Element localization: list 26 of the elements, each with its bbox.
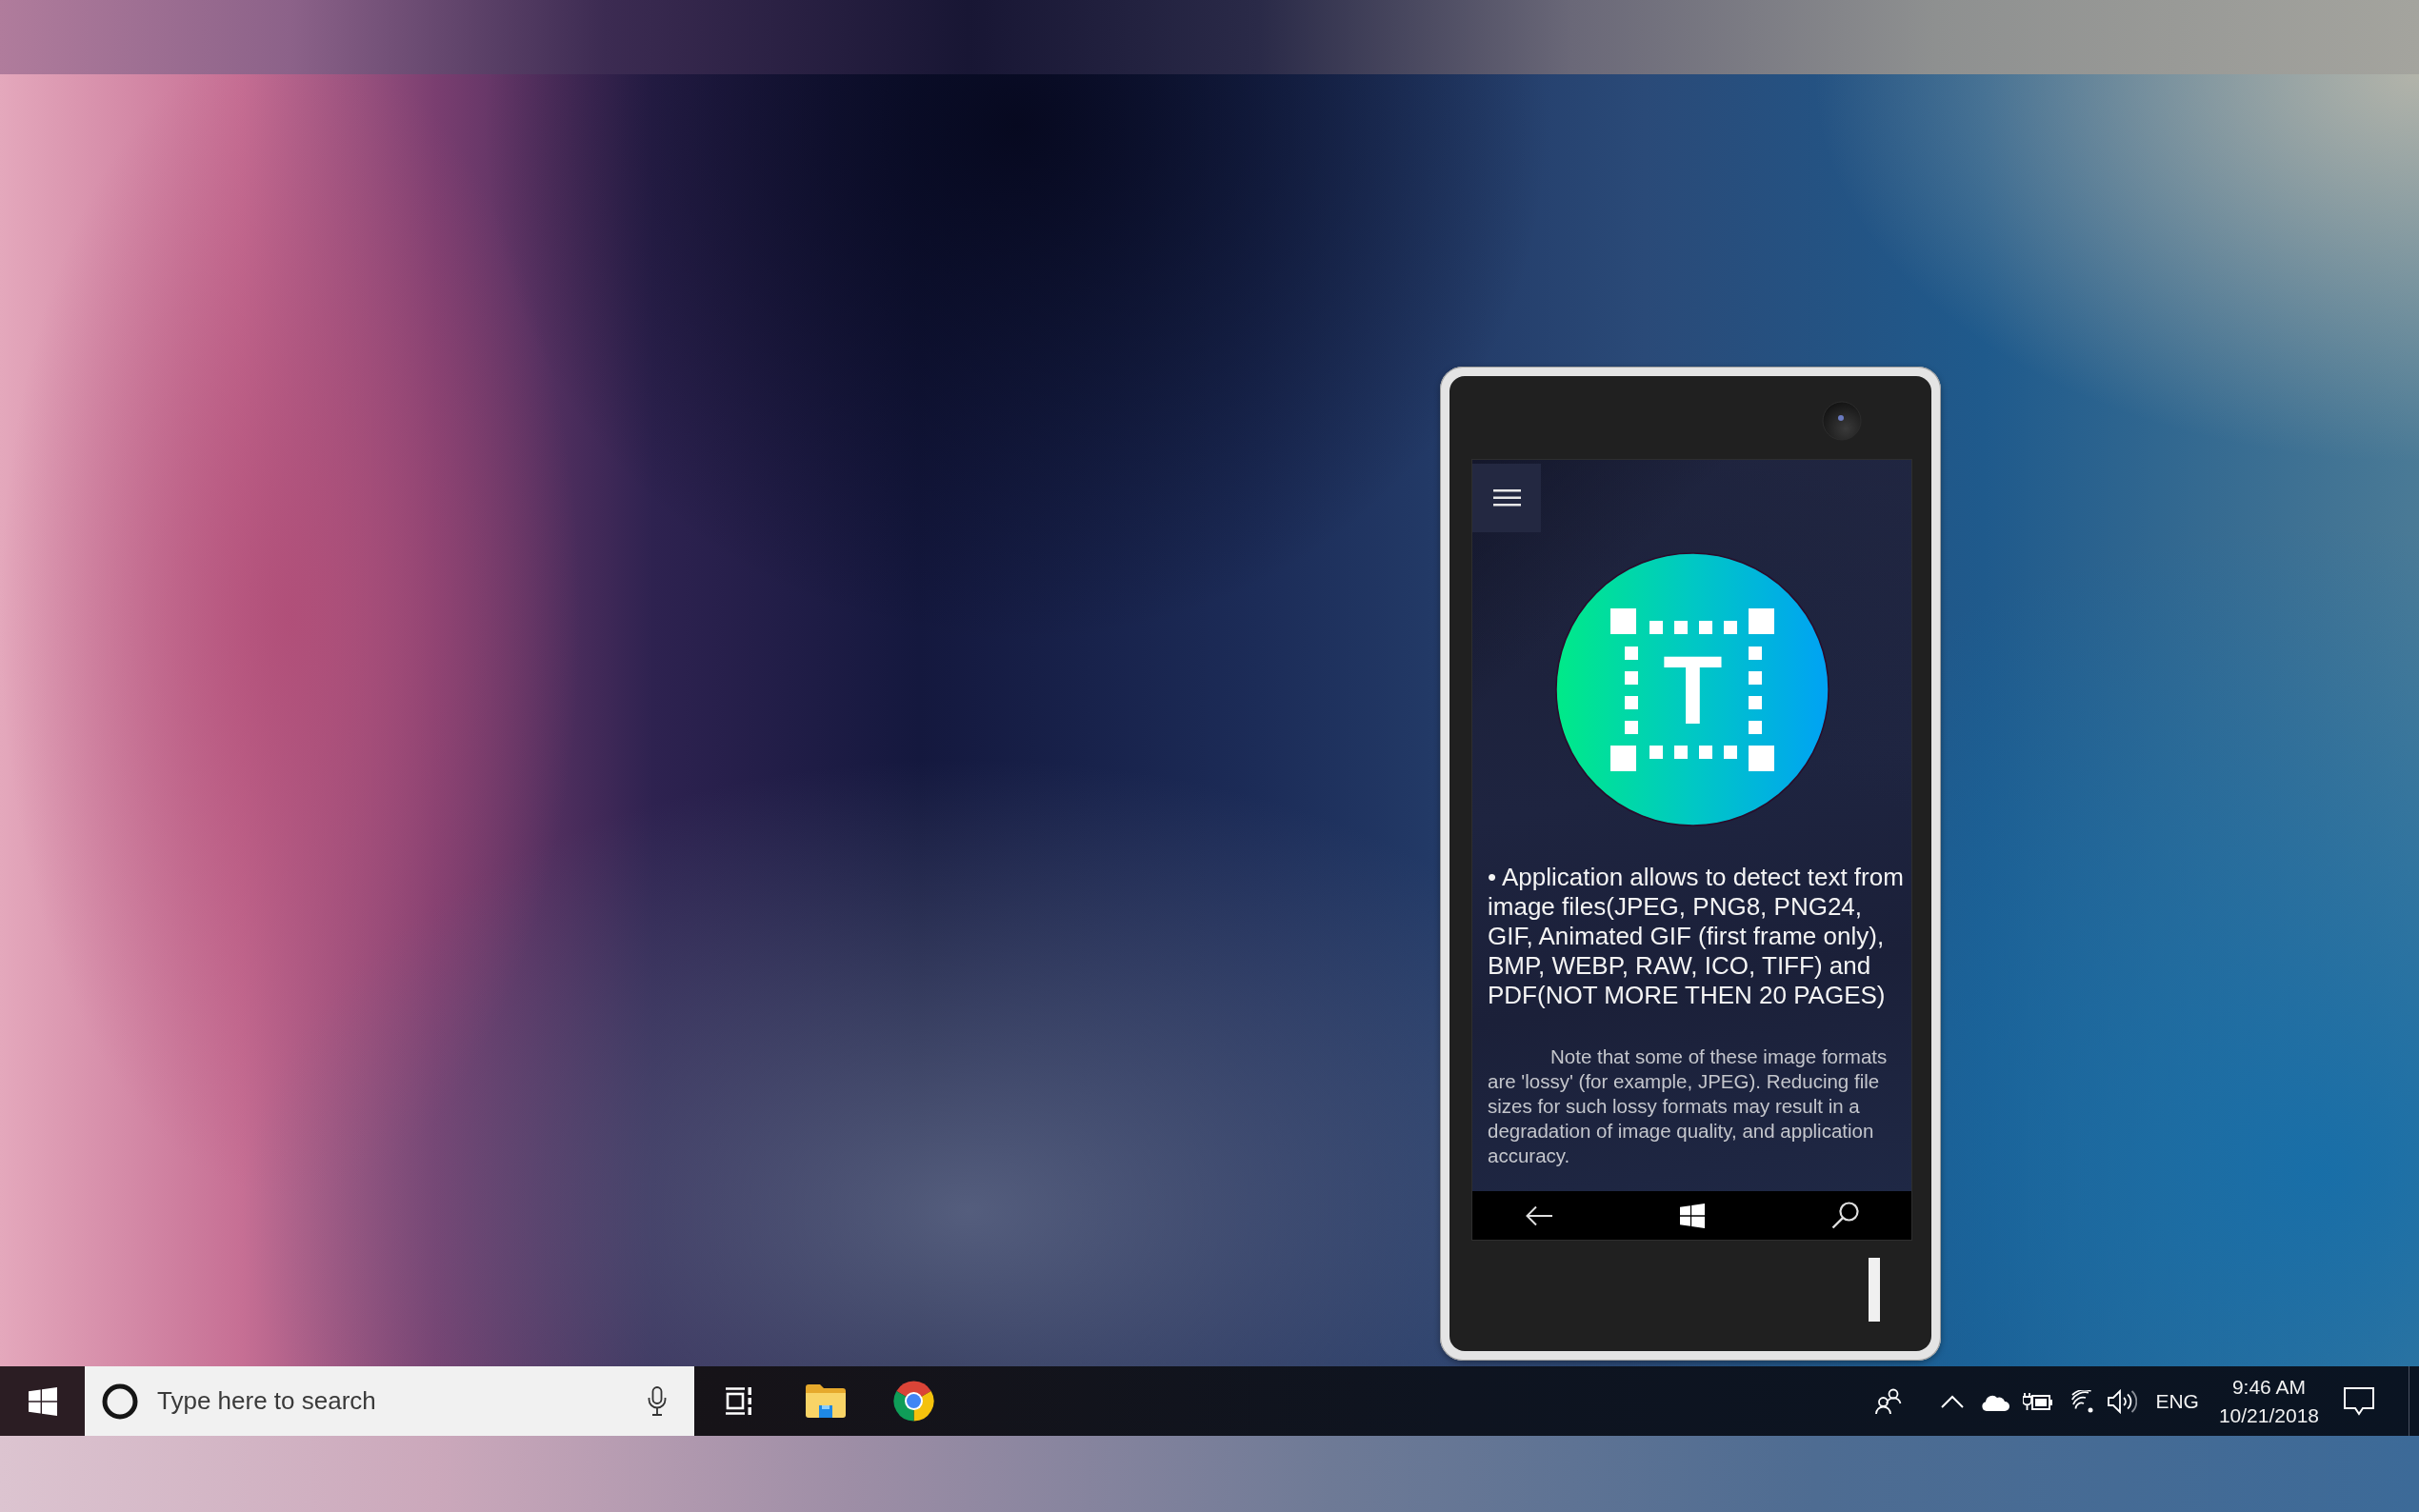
caret-up-icon[interactable] [1941,1394,1965,1408]
menu-icon [1492,489,1521,507]
vertical-bar-icon [1869,1258,1880,1322]
app-logo: T [1554,552,1829,826]
language-indicator[interactable]: ENG [2155,1389,2199,1413]
battery-plug-icon[interactable] [2023,1391,2053,1411]
task-view-icon[interactable] [723,1387,753,1415]
camera-lens-icon [1822,401,1862,441]
note-text: Note that some of these image formats are 'lossy' (for example, JPEG). Reducing file sizes for such lossy formats may result in a degradation of image quality, and application accuracy. [1487,1044,1889,1168]
start-button[interactable] [0,1366,85,1436]
folder-icon[interactable] [806,1384,846,1418]
ring-icon [102,1383,138,1420]
search-field[interactable]: Type here to search [157,1384,629,1418]
microphone-icon[interactable] [648,1386,667,1416]
speaker-icon[interactable] [2108,1388,2138,1414]
back-arrow-icon[interactable] [1526,1204,1553,1226]
four-panes-icon[interactable] [1680,1203,1705,1228]
description-text: • Application allows to detect text from image files(JPEG, PNG8, PNG24, GIF, Animated GIF (first frame only), BMP, WEBP, RAW, ICO, TIFF) and PDF(NOT MORE THEN 20 PAGES) [1487,863,1905,1010]
speech-bubble-icon[interactable] [2344,1386,2374,1416]
search-bar[interactable]: Type here to search [85,1366,694,1436]
tricolor-circle-icon[interactable] [892,1381,934,1422]
people-icon[interactable] [1875,1387,1903,1415]
clock-button[interactable]: 9:46 AM 10/21/2018 [2218,1372,2319,1430]
four-panes-icon [28,1386,57,1416]
search-icon[interactable] [1831,1202,1859,1229]
menu-button[interactable] [1472,464,1541,532]
